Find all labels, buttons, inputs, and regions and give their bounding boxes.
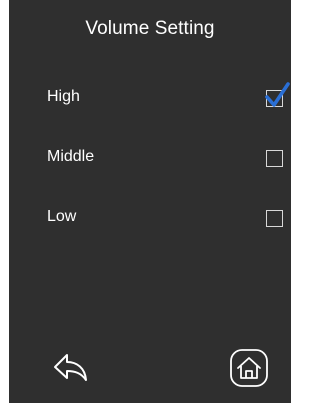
high-checkbox[interactable] <box>265 82 290 107</box>
home-icon <box>230 349 268 387</box>
home-button[interactable] <box>227 346 271 390</box>
page-title: Volume Setting <box>85 18 215 39</box>
checkmark-icon <box>265 82 290 107</box>
back-button[interactable] <box>49 346 93 390</box>
volume-setting-screen: Volume Setting High Middle Low <box>9 0 291 403</box>
low-checkbox[interactable] <box>266 210 283 227</box>
option-high[interactable]: High <box>9 80 291 116</box>
option-label: High <box>47 88 80 105</box>
back-arrow-icon <box>54 354 87 381</box>
option-low[interactable]: Low <box>9 200 291 236</box>
option-label: Low <box>47 208 77 225</box>
option-middle[interactable]: Middle <box>9 140 291 176</box>
option-label: Middle <box>47 148 95 165</box>
middle-checkbox[interactable] <box>266 150 283 167</box>
